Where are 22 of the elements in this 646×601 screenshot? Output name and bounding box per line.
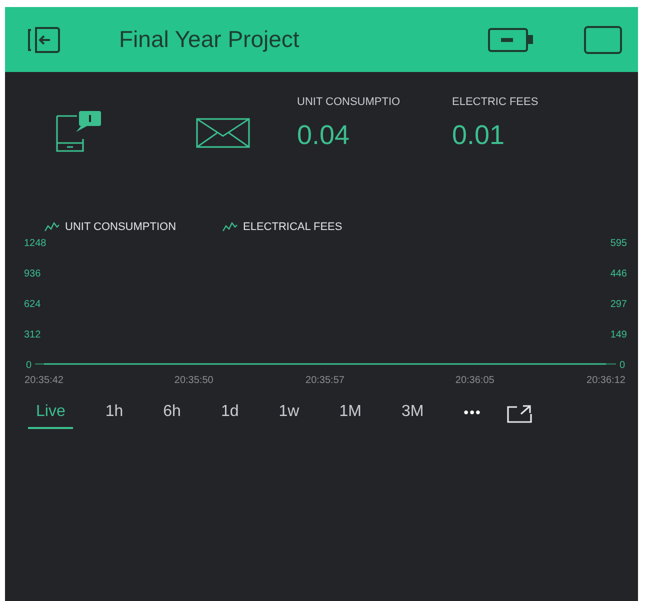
axis-tick-label: 297: [610, 299, 627, 310]
legend-label: UNIT CONSUMPTION: [65, 221, 176, 233]
axis-tick-label: 595: [610, 238, 627, 249]
axis-tick-label: 1248: [24, 238, 46, 249]
axis-tick-label: 20:36:12: [586, 375, 626, 386]
axis-tick-label: 20:35:42: [24, 375, 64, 386]
axis-tick-label: 0: [26, 360, 32, 371]
value-label: UNIT CONSUMPTIO: [297, 96, 400, 108]
value-label: ELECTRIC FEES: [452, 96, 538, 108]
axis-tick-label: 624: [24, 299, 41, 310]
axis-tick-label: 446: [610, 268, 627, 280]
axis-tick-label: 936: [24, 268, 41, 280]
axis-tick-label: 312: [24, 330, 41, 340]
axis-tick-label: 149: [610, 329, 627, 340]
legend-label: ELECTRICAL FEES: [243, 221, 342, 233]
value-display: 0.01: [452, 120, 505, 151]
axis-tick-label: 0: [619, 360, 625, 371]
axis-tick-label: 20:35:57: [306, 375, 344, 386]
app-title: Final Year Project: [119, 26, 300, 53]
axis-tick-label: 20:35:50: [174, 375, 214, 386]
axis-tick-label: 20:36:05: [455, 375, 494, 386]
value-display: 0.04: [297, 120, 350, 151]
